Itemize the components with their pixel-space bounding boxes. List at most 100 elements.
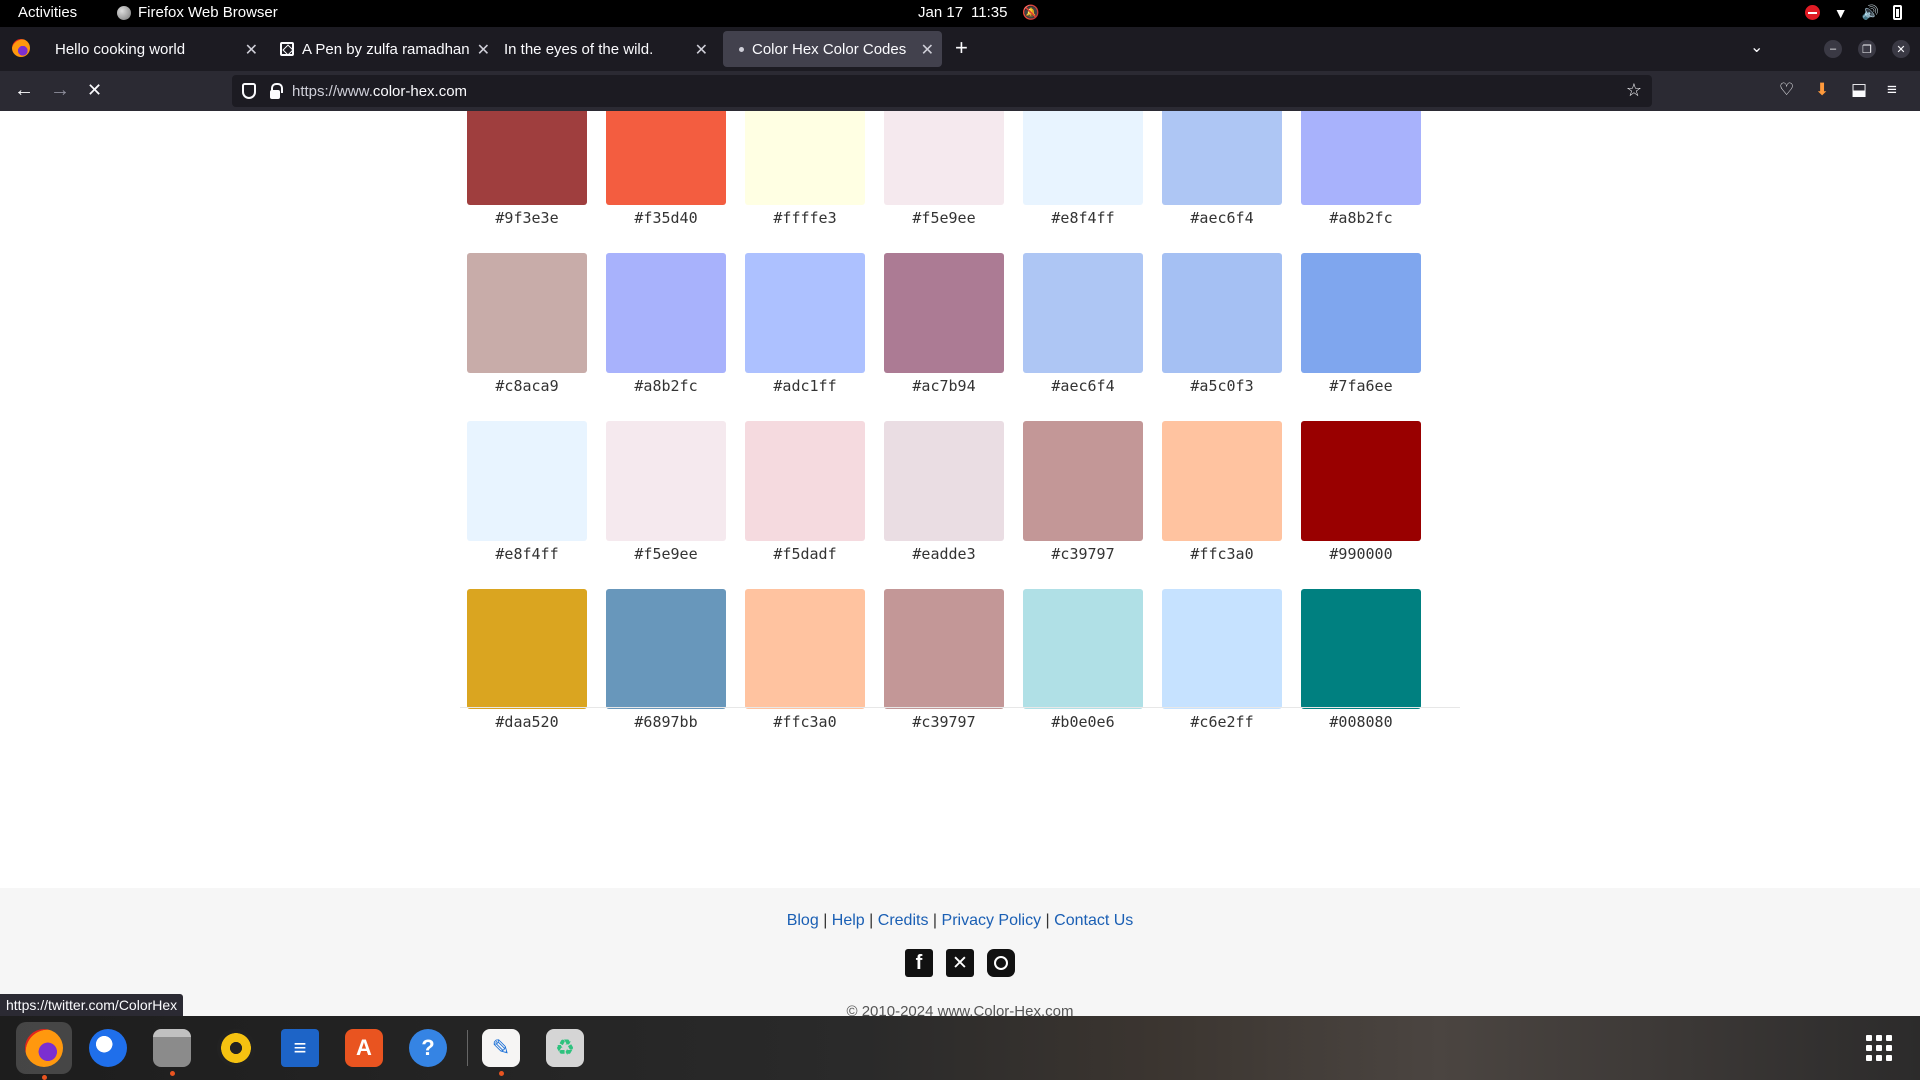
tracking-protection-icon[interactable] <box>242 83 256 99</box>
color-hex-label[interactable]: #e8f4ff <box>1023 209 1143 227</box>
color-hex-label[interactable]: #c8aca9 <box>467 377 587 395</box>
color-cell[interactable]: #eadde3 <box>884 421 1004 563</box>
color-cell[interactable]: #f5dadf <box>745 421 865 563</box>
dock-trash[interactable]: ♻ <box>543 1026 587 1070</box>
stop-loading-icon[interactable]: ✕ <box>87 79 102 101</box>
extensions-icon[interactable]: ⬓ <box>1851 80 1867 100</box>
close-tab-icon[interactable]: ✕ <box>245 40 258 60</box>
color-hex-label[interactable]: #b0e0e6 <box>1023 713 1143 731</box>
color-cell[interactable]: #b0e0e6 <box>1023 589 1143 731</box>
footer-link-privacy-policy[interactable]: Privacy Policy <box>942 912 1042 929</box>
color-cell[interactable]: #c6e2ff <box>1162 589 1282 731</box>
color-hex-label[interactable]: #990000 <box>1301 545 1421 563</box>
color-cell[interactable]: #c39797 <box>884 589 1004 731</box>
color-hex-label[interactable]: #c6e2ff <box>1162 713 1282 731</box>
color-cell[interactable]: #9f3e3e <box>467 111 587 227</box>
url-text[interactable]: https://www.color-hex.com <box>292 83 467 100</box>
color-swatch[interactable] <box>467 111 587 205</box>
color-hex-label[interactable]: #f35d40 <box>606 209 726 227</box>
firefox-view-icon[interactable] <box>12 39 30 57</box>
color-hex-label[interactable]: #c39797 <box>1023 545 1143 563</box>
color-swatch[interactable] <box>606 253 726 373</box>
color-cell[interactable]: #6897bb <box>606 589 726 731</box>
x-twitter-icon[interactable]: ✕ <box>946 949 974 977</box>
color-cell[interactable]: #a5c0f3 <box>1162 253 1282 395</box>
address-bar[interactable]: https://www.color-hex.com ☆ <box>232 75 1652 107</box>
color-cell[interactable]: #aec6f4 <box>1023 253 1143 395</box>
color-hex-label[interactable]: #aec6f4 <box>1023 377 1143 395</box>
color-hex-label[interactable]: #a8b2fc <box>1301 209 1421 227</box>
color-hex-label[interactable]: #a5c0f3 <box>1162 377 1282 395</box>
tab-color-hex[interactable]: Color Hex Color Codes ✕ <box>723 31 942 67</box>
color-hex-label[interactable]: #9f3e3e <box>467 209 587 227</box>
color-cell[interactable]: #ac7b94 <box>884 253 1004 395</box>
color-cell[interactable]: #ffc3a0 <box>1162 421 1282 563</box>
color-cell[interactable]: #aec6f4 <box>1162 111 1282 227</box>
pocket-icon[interactable]: ♡ <box>1779 80 1794 100</box>
color-hex-label[interactable]: #ffc3a0 <box>745 713 865 731</box>
color-hex-label[interactable]: #6897bb <box>606 713 726 731</box>
color-swatch[interactable] <box>1301 589 1421 709</box>
close-tab-icon[interactable]: ✕ <box>921 40 934 60</box>
color-hex-label[interactable]: #e8f4ff <box>467 545 587 563</box>
color-cell[interactable]: #f35d40 <box>606 111 726 227</box>
restore-icon[interactable]: ❐ <box>1858 40 1876 58</box>
color-cell[interactable]: #990000 <box>1301 421 1421 563</box>
color-cell[interactable]: #e8f4ff <box>1023 111 1143 227</box>
dock-writer[interactable]: ≡ <box>278 1026 322 1070</box>
footer-link-blog[interactable]: Blog <box>787 912 819 929</box>
color-cell[interactable]: #ffc3a0 <box>745 589 865 731</box>
lock-icon[interactable] <box>270 82 283 99</box>
color-cell[interactable]: #008080 <box>1301 589 1421 731</box>
color-swatch[interactable] <box>1162 421 1282 541</box>
color-hex-label[interactable]: #7fa6ee <box>1301 377 1421 395</box>
color-swatch[interactable] <box>467 421 587 541</box>
color-swatch[interactable] <box>467 589 587 709</box>
color-cell[interactable]: #daa520 <box>467 589 587 731</box>
color-swatch[interactable] <box>606 589 726 709</box>
dock-files[interactable] <box>150 1026 194 1076</box>
color-swatch[interactable] <box>1023 253 1143 373</box>
color-cell[interactable]: #7fa6ee <box>1301 253 1421 395</box>
color-swatch[interactable] <box>745 111 865 205</box>
color-cell[interactable]: #ffffe3 <box>745 111 865 227</box>
app-menu[interactable]: Firefox Web Browser <box>117 4 278 21</box>
color-swatch[interactable] <box>1162 589 1282 709</box>
color-cell[interactable]: #c39797 <box>1023 421 1143 563</box>
color-hex-label[interactable]: #c39797 <box>884 713 1004 731</box>
dock-app-center[interactable]: A <box>342 1026 386 1070</box>
new-tab-icon[interactable]: + <box>955 35 968 61</box>
color-hex-label[interactable]: #f5e9ee <box>606 545 726 563</box>
back-icon[interactable]: ← <box>14 79 34 101</box>
color-swatch[interactable] <box>606 421 726 541</box>
color-swatch[interactable] <box>1301 253 1421 373</box>
color-swatch[interactable] <box>745 253 865 373</box>
activities-button[interactable]: Activities <box>18 4 77 21</box>
bookmark-star-icon[interactable]: ☆ <box>1626 80 1642 101</box>
dock-firefox[interactable] <box>16 1022 72 1080</box>
minimize-icon[interactable]: – <box>1824 40 1842 58</box>
color-hex-label[interactable]: #eadde3 <box>884 545 1004 563</box>
footer-link-contact-us[interactable]: Contact Us <box>1054 912 1133 929</box>
color-swatch[interactable] <box>1301 111 1421 205</box>
color-swatch[interactable] <box>1023 421 1143 541</box>
dock-text-editor[interactable]: ✎ <box>479 1026 523 1076</box>
dock-thunderbird[interactable] <box>86 1026 130 1070</box>
color-cell[interactable]: #e8f4ff <box>467 421 587 563</box>
color-cell[interactable]: #c8aca9 <box>467 253 587 395</box>
color-swatch[interactable] <box>1023 589 1143 709</box>
color-swatch[interactable] <box>1162 111 1282 205</box>
tab-a-pen[interactable]: A Pen by zulfa ramadhan ✕ <box>272 31 490 67</box>
dock-rhythmbox[interactable] <box>214 1026 258 1070</box>
instagram-icon[interactable] <box>987 949 1015 977</box>
color-cell[interactable]: #f5e9ee <box>606 421 726 563</box>
forward-icon[interactable]: → <box>50 79 70 101</box>
tab-hello-cooking-world[interactable]: Hello cooking world ✕ <box>44 31 266 67</box>
color-hex-label[interactable]: #f5e9ee <box>884 209 1004 227</box>
color-cell[interactable]: #adc1ff <box>745 253 865 395</box>
color-hex-label[interactable]: #daa520 <box>467 713 587 731</box>
color-cell[interactable]: #a8b2fc <box>606 253 726 395</box>
color-swatch[interactable] <box>467 253 587 373</box>
color-cell[interactable]: #f5e9ee <box>884 111 1004 227</box>
color-hex-label[interactable]: #ac7b94 <box>884 377 1004 395</box>
